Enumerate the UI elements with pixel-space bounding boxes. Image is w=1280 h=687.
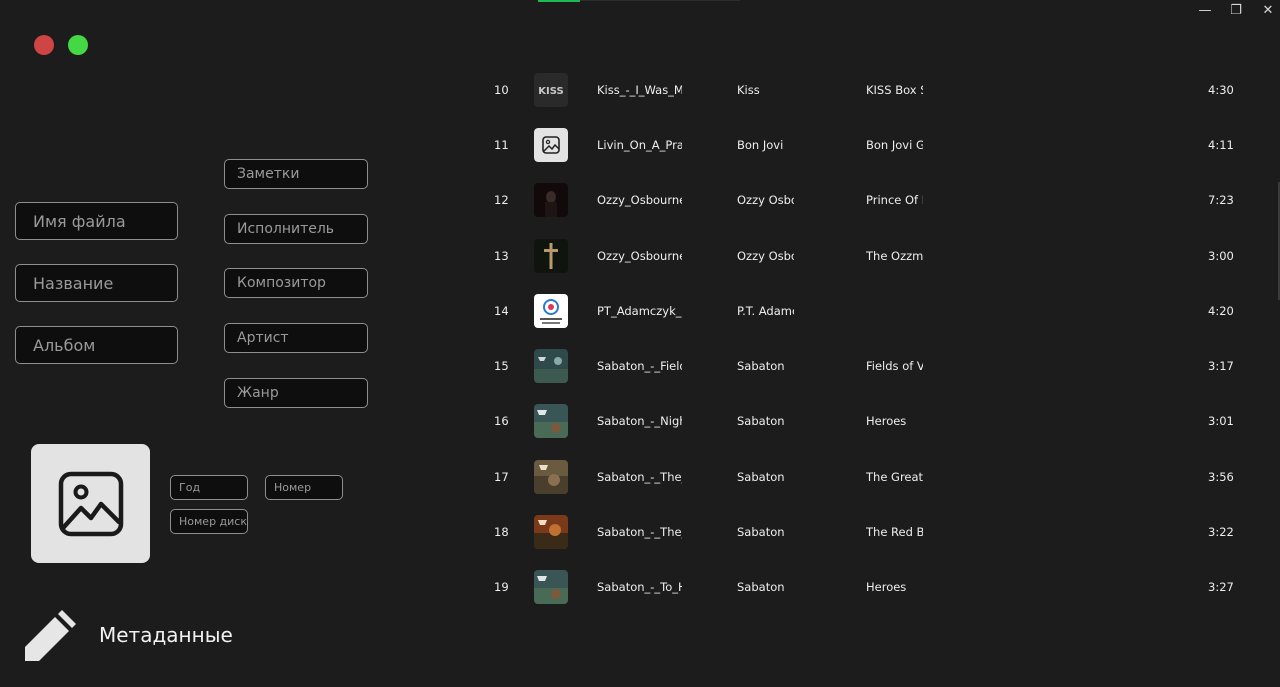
track-title: Sabaton_-_The_F [597,525,682,540]
track-number: 11 [494,137,509,152]
track-row[interactable]: 13 Ozzy_Osbourne_ Ozzy Osbou The Ozzma 3… [480,228,1260,283]
track-number: 17 [494,469,509,484]
album-art [534,515,568,550]
image-placeholder-icon [534,127,568,162]
album-field[interactable] [15,326,178,364]
track-artist: Ozzy Osbou [737,193,794,208]
performer-field[interactable] [224,214,368,244]
track-title: Livin_On_A_Pray [597,137,682,152]
year-field[interactable] [170,475,248,500]
cross-art [534,238,568,273]
title-field[interactable] [15,264,178,302]
track-artist: Ozzy Osbou [737,248,794,263]
composer-field[interactable] [224,268,368,298]
track-title: Sabaton_-_To_He [597,580,682,595]
track-artist: Sabaton [737,525,785,540]
track-album: Bon Jovi Gr [866,137,923,152]
track-title: Ozzy_Osbourne_ [597,193,682,208]
free-music-logo [534,293,568,328]
genre-field[interactable] [224,378,368,408]
filename-field[interactable] [15,202,178,240]
maximize-button[interactable]: ❐ [1225,2,1247,20]
track-duration: 7:23 [1208,193,1234,208]
track-title: Sabaton_-_The_A [597,469,682,484]
notes-field[interactable] [224,159,368,189]
disc-number-field[interactable] [170,509,248,534]
track-number: 18 [494,525,509,540]
track-artist: Bon Jovi [737,137,784,152]
track-album: The Ozzma [866,248,923,263]
track-list: 10 KISS Kiss_-_I_Was_Ma Kiss KISS Box Se… [480,62,1260,615]
close-button[interactable]: ✕ [1257,2,1279,20]
track-number-field[interactable] [265,475,343,500]
maximize-dot-button[interactable] [68,35,88,55]
track-duration: 4:20 [1208,303,1234,318]
track-number: 15 [494,359,509,374]
track-title: Sabaton_-_Fields [597,359,682,374]
pencil-icon [25,610,76,661]
track-duration: 3:56 [1208,469,1234,484]
album-art [534,459,568,494]
track-title: Sabaton_-_Night [597,414,682,429]
track-album: Heroes [866,414,907,429]
track-row[interactable]: 17 Sabaton_-_The_A Sabaton The Great V 3… [480,449,1260,504]
track-duration: 3:22 [1208,525,1234,540]
track-title: PT_Adamczyk_-_ [597,303,682,318]
album-art [534,570,568,605]
tab-divider [580,0,740,1]
track-row[interactable]: 18 Sabaton_-_The_F Sabaton The Red Ba 3:… [480,504,1260,559]
track-artist: Sabaton [737,414,785,429]
track-row[interactable]: 16 Sabaton_-_Night Sabaton Heroes 3:01 [480,394,1260,449]
artist-field[interactable] [224,323,368,353]
track-row[interactable]: 11 Livin_On_A_Pray Bon Jovi Bon Jovi Gr … [480,117,1260,172]
active-tab-indicator [538,0,580,2]
track-title: Ozzy_Osbourne_ [597,248,682,263]
track-number: 10 [494,82,509,97]
album-art [534,183,568,218]
track-artist: Sabaton [737,359,785,374]
album-art [534,349,568,384]
metadata-section-label: Метаданные [99,623,233,647]
track-duration: 4:11 [1208,137,1234,152]
image-placeholder-icon [58,471,123,536]
track-artist: Sabaton [737,469,785,484]
app-window: — ❐ ✕ Метаданные 10 KISS Kiss_-_I_Was_Ma [0,0,1280,687]
track-duration: 3:17 [1208,359,1234,374]
track-duration: 3:00 [1208,248,1234,263]
track-number: 13 [494,248,509,263]
track-duration: 4:30 [1208,82,1234,97]
track-album: KISS Box Se [866,82,923,97]
track-artist: Sabaton [737,580,785,595]
svg-text:KISS: KISS [538,86,563,97]
track-number: 16 [494,414,509,429]
track-duration: 3:27 [1208,580,1234,595]
track-artist: Kiss [737,82,760,97]
track-row[interactable]: 14 PT_Adamczyk_-_ P.T. Adamcz 4:20 [480,283,1260,338]
track-number: 14 [494,303,509,318]
track-album: Prince Of D [866,193,923,208]
track-album: Fields of Ve [866,359,923,374]
track-artist: P.T. Adamcz [737,303,794,318]
track-duration: 3:01 [1208,414,1234,429]
track-album: The Great V [866,469,923,484]
cover-art-picker[interactable] [31,444,150,563]
track-title: Kiss_-_I_Was_Ma [597,82,682,97]
track-row[interactable]: 12 Ozzy_Osbourne_ Ozzy Osbou Prince Of D… [480,173,1260,228]
close-dot-button[interactable] [34,35,54,55]
album-art [534,404,568,439]
track-row[interactable]: 10 KISS Kiss_-_I_Was_Ma Kiss KISS Box Se… [480,62,1260,117]
track-number: 19 [494,580,509,595]
track-album: The Red Ba [866,525,923,540]
track-album: Heroes [866,580,907,595]
track-number: 12 [494,193,509,208]
kiss-logo-icon: KISS [534,72,568,107]
track-row[interactable]: 15 Sabaton_-_Fields Sabaton Fields of Ve… [480,338,1260,393]
minimize-button[interactable]: — [1194,2,1216,20]
track-row[interactable]: 19 Sabaton_-_To_He Sabaton Heroes 3:27 [480,560,1260,615]
